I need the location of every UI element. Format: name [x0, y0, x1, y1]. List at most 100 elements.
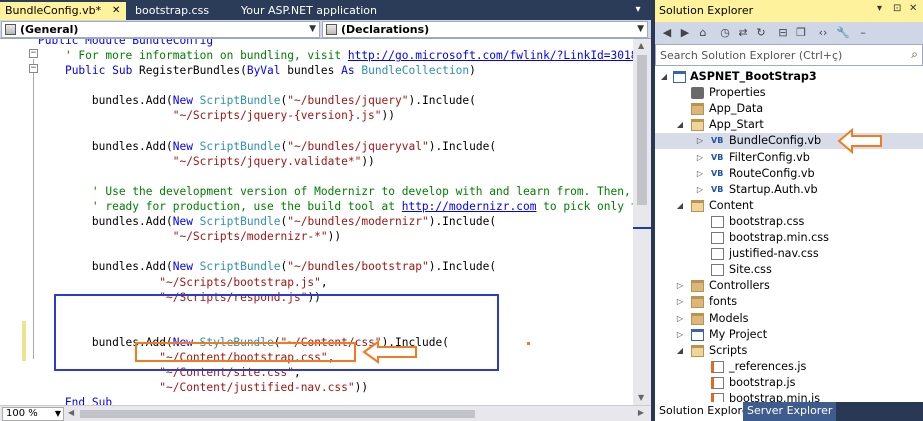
code-token: ) — [469, 64, 476, 78]
tree-item[interactable]: justified-nav.css — [655, 246, 923, 262]
tree-item-label: bootstrap.js — [729, 375, 796, 389]
collapsed-arrow-icon[interactable]: ▷ — [695, 166, 705, 182]
outline-collapse-icon[interactable]: − — [29, 64, 38, 73]
declarations-combo[interactable]: (Declarations) ▼ — [322, 21, 648, 38]
copy-icon[interactable]: ❐ — [793, 25, 809, 41]
zoom-select[interactable]: 100 % ▼ — [2, 407, 64, 421]
back-icon[interactable]: ◀ — [659, 25, 675, 41]
tree-item[interactable]: ◢ ASPNET_BootStrap3 — [655, 69, 923, 85]
search-icon[interactable]: ⌕ — [911, 47, 918, 62]
collapsed-arrow-icon[interactable]: ▷ — [695, 133, 705, 149]
code-token: New — [172, 94, 200, 108]
window-position-icon[interactable]: ▾ — [877, 3, 882, 14]
vertical-scrollbar[interactable]: ▲ ▼ — [633, 39, 651, 405]
code-text-area[interactable]: − − Public Module BundleConfig ' For mor… — [0, 39, 633, 405]
properties-icon[interactable]: 🔧 — [835, 25, 851, 41]
expanded-arrow-icon[interactable]: ◢ — [675, 198, 685, 214]
expanded-arrow-icon[interactable]: ◢ — [675, 343, 685, 359]
tree-item-label: App_Start — [709, 118, 764, 132]
code-token: to pick only the tests you need. — [543, 200, 633, 214]
code-token: "~/Scripts/jquery.validate*" — [172, 154, 362, 168]
horizontal-scrollbar[interactable]: ◀ ▶ — [66, 407, 648, 421]
tree-item-label: justified-nav.css — [729, 247, 819, 261]
code-line: "~/Scripts/jquery-{version}.js")) — [38, 108, 633, 123]
outline-collapse-icon[interactable]: − — [29, 49, 38, 58]
tab-bootstrap-css[interactable]: bootstrap.css — [130, 2, 230, 20]
tree-item[interactable]: ▷ Controllers — [655, 278, 923, 294]
js-file-icon — [711, 360, 724, 373]
tree-item[interactable]: bootstrap.min.css — [655, 230, 923, 246]
expanded-arrow-icon[interactable]: ◢ — [675, 117, 685, 133]
search-solution-explorer-input[interactable]: Search Solution Explorer (Ctrl+ç) ⌕ — [655, 44, 923, 66]
vb-file-icon: VB — [711, 136, 724, 146]
code-token: bundles.Add( — [38, 94, 173, 108]
tab-overflow-menu-icon[interactable]: ▾ — [628, 2, 648, 18]
tree-item[interactable]: bootstrap.js — [655, 375, 923, 391]
solution-explorer-titlebar: Solution Explorer ▾ ⊡ ✕ — [655, 0, 923, 22]
collapsed-arrow-icon[interactable]: ▷ — [675, 327, 685, 343]
code-token[interactable]: http://modernizr.com — [402, 200, 537, 213]
code-token: Public Sub — [64, 64, 140, 78]
tree-item[interactable]: ◢ Scripts — [655, 343, 923, 359]
collapsed-arrow-icon[interactable]: ▷ — [675, 278, 685, 294]
code-token: "~/Scripts/jquery-{version}.js" — [172, 109, 382, 123]
collapsed-arrow-icon[interactable]: ▷ — [695, 150, 705, 166]
code-token: ).Include( — [428, 260, 497, 274]
view-code-icon[interactable]: ‹› — [815, 25, 831, 41]
collapsed-arrow-icon[interactable]: ▷ — [695, 182, 705, 198]
tree-item[interactable]: bootstrap.css — [655, 214, 923, 230]
collapsed-arrow-icon[interactable]: ▷ — [675, 294, 685, 310]
forward-icon[interactable]: ▶ — [677, 25, 693, 41]
close-icon[interactable]: ✕ — [909, 3, 917, 14]
tab-aspnet-application[interactable]: Your ASP.NET application — [236, 2, 416, 20]
expanded-arrow-icon[interactable]: ◢ — [659, 69, 669, 85]
collapsed-arrow-icon[interactable]: ▷ — [675, 311, 685, 327]
pending-changes-icon[interactable]: ◷ — [717, 25, 733, 41]
scroll-thumb[interactable] — [80, 410, 475, 418]
code-token: ScriptBundle — [199, 260, 281, 274]
collapse-all-icon[interactable]: ⊟ — [775, 25, 791, 41]
refresh-icon[interactable]: ↻ — [753, 25, 769, 41]
home-icon[interactable]: ⌂ — [695, 25, 711, 41]
tree-item[interactable]: ▷ Models — [655, 311, 923, 327]
tree-item[interactable]: ▷ My Project — [655, 327, 923, 343]
tab-solution-explorer[interactable]: Solution Explorer — [655, 402, 758, 421]
tab-bundleconfig[interactable]: BundleConfig.vb* ✕ — [0, 2, 126, 20]
code-token: bundles.Add( — [38, 260, 173, 274]
general-combo[interactable]: (General) ▼ — [1, 21, 320, 38]
code-token: End Sub — [38, 396, 113, 405]
tree-item[interactable]: _references.js — [655, 359, 923, 375]
auto-hide-icon[interactable]: ⊡ — [893, 3, 901, 14]
chevron-down-icon: ▼ — [309, 24, 316, 34]
scroll-thumb[interactable] — [637, 55, 647, 205]
pin-icon[interactable]: – — [855, 25, 871, 41]
tree-item[interactable]: ▷ fonts — [655, 294, 923, 310]
tree-item[interactable]: ▷ VB RouteConfig.vb — [655, 166, 923, 182]
folder-icon — [691, 103, 704, 116]
scroll-right-icon[interactable]: ▶ — [638, 408, 644, 417]
code-token: "~/bundles/jquery" — [287, 94, 409, 108]
scroll-down-icon[interactable]: ▼ — [638, 393, 644, 402]
tree-item[interactable]: Site.css — [655, 262, 923, 278]
tree-item[interactable]: ▷ VB Startup.Auth.vb — [655, 182, 923, 198]
tree-item[interactable]: Properties — [655, 85, 923, 101]
close-tab-icon[interactable]: ✕ — [112, 2, 120, 19]
tree-item-label: _references.js — [729, 359, 807, 373]
code-line: Public Sub RegisterBundles(ByVal bundles… — [38, 63, 633, 78]
code-token[interactable]: http://go.microsoft.com/fwlink/?LinkId=3… — [348, 49, 633, 62]
outline-line — [33, 59, 34, 359]
tree-item[interactable]: ◢ Content — [655, 198, 923, 214]
sync-icon[interactable]: ⇄ — [735, 25, 751, 41]
tree-item[interactable]: bootstrap.min.js — [655, 391, 923, 402]
code-token: bundles — [287, 64, 342, 78]
scroll-up-icon[interactable]: ▲ — [638, 41, 644, 50]
scroll-left-icon[interactable]: ◀ — [68, 408, 74, 417]
code-token: New — [172, 260, 200, 274]
tree-item[interactable]: App_Data — [655, 101, 923, 117]
tree-item-label: Controllers — [709, 279, 770, 293]
tab-server-explorer[interactable]: Server Explorer — [743, 402, 837, 421]
